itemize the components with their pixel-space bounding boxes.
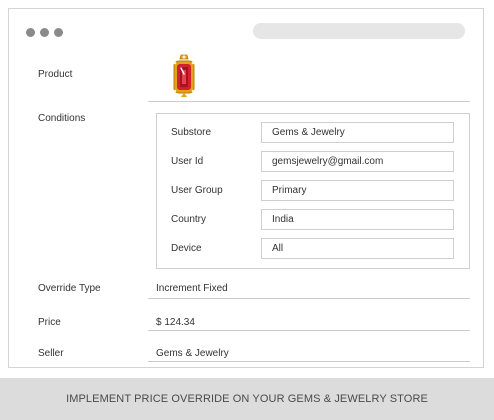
price-label: Price [38,317,61,328]
override-type-underline [148,298,470,299]
seller-value[interactable]: Gems & Jewelry [156,348,229,359]
ruby-pendant-icon[interactable] [169,53,199,99]
user-id-field[interactable]: gemsjewelry@gmail.com [261,151,454,172]
window-dot-icon [26,28,35,37]
product-label: Product [38,69,73,80]
seller-label: Seller [38,348,64,359]
country-field[interactable]: India [261,209,454,230]
price-value[interactable]: $ 124.34 [156,317,195,328]
window-dot-icon [40,28,49,37]
footer-caption: IMPLEMENT PRICE OVERRIDE ON YOUR GEMS & … [0,378,494,420]
user-group-field[interactable]: Primary [261,180,454,201]
override-type-value[interactable]: Increment Fixed [156,283,228,294]
window-titlebar [9,9,483,47]
browser-window: Product Conditions Substore Gems & Jewel… [8,8,484,368]
country-label: Country [171,214,207,225]
user-group-label: User Group [171,185,223,196]
user-id-label: User Id [171,156,204,167]
product-underline [148,101,470,102]
price-underline [148,330,470,331]
override-type-label: Override Type [38,283,101,294]
conditions-panel: Substore Gems & Jewelry User Id gemsjewe… [156,113,470,269]
substore-field[interactable]: Gems & Jewelry [261,122,454,143]
window-dot-icon [54,28,63,37]
seller-underline [148,361,470,362]
device-field[interactable]: All [261,238,454,259]
substore-label: Substore [171,127,212,138]
device-label: Device [171,243,202,254]
conditions-label: Conditions [38,113,86,124]
address-bar[interactable] [253,23,465,39]
